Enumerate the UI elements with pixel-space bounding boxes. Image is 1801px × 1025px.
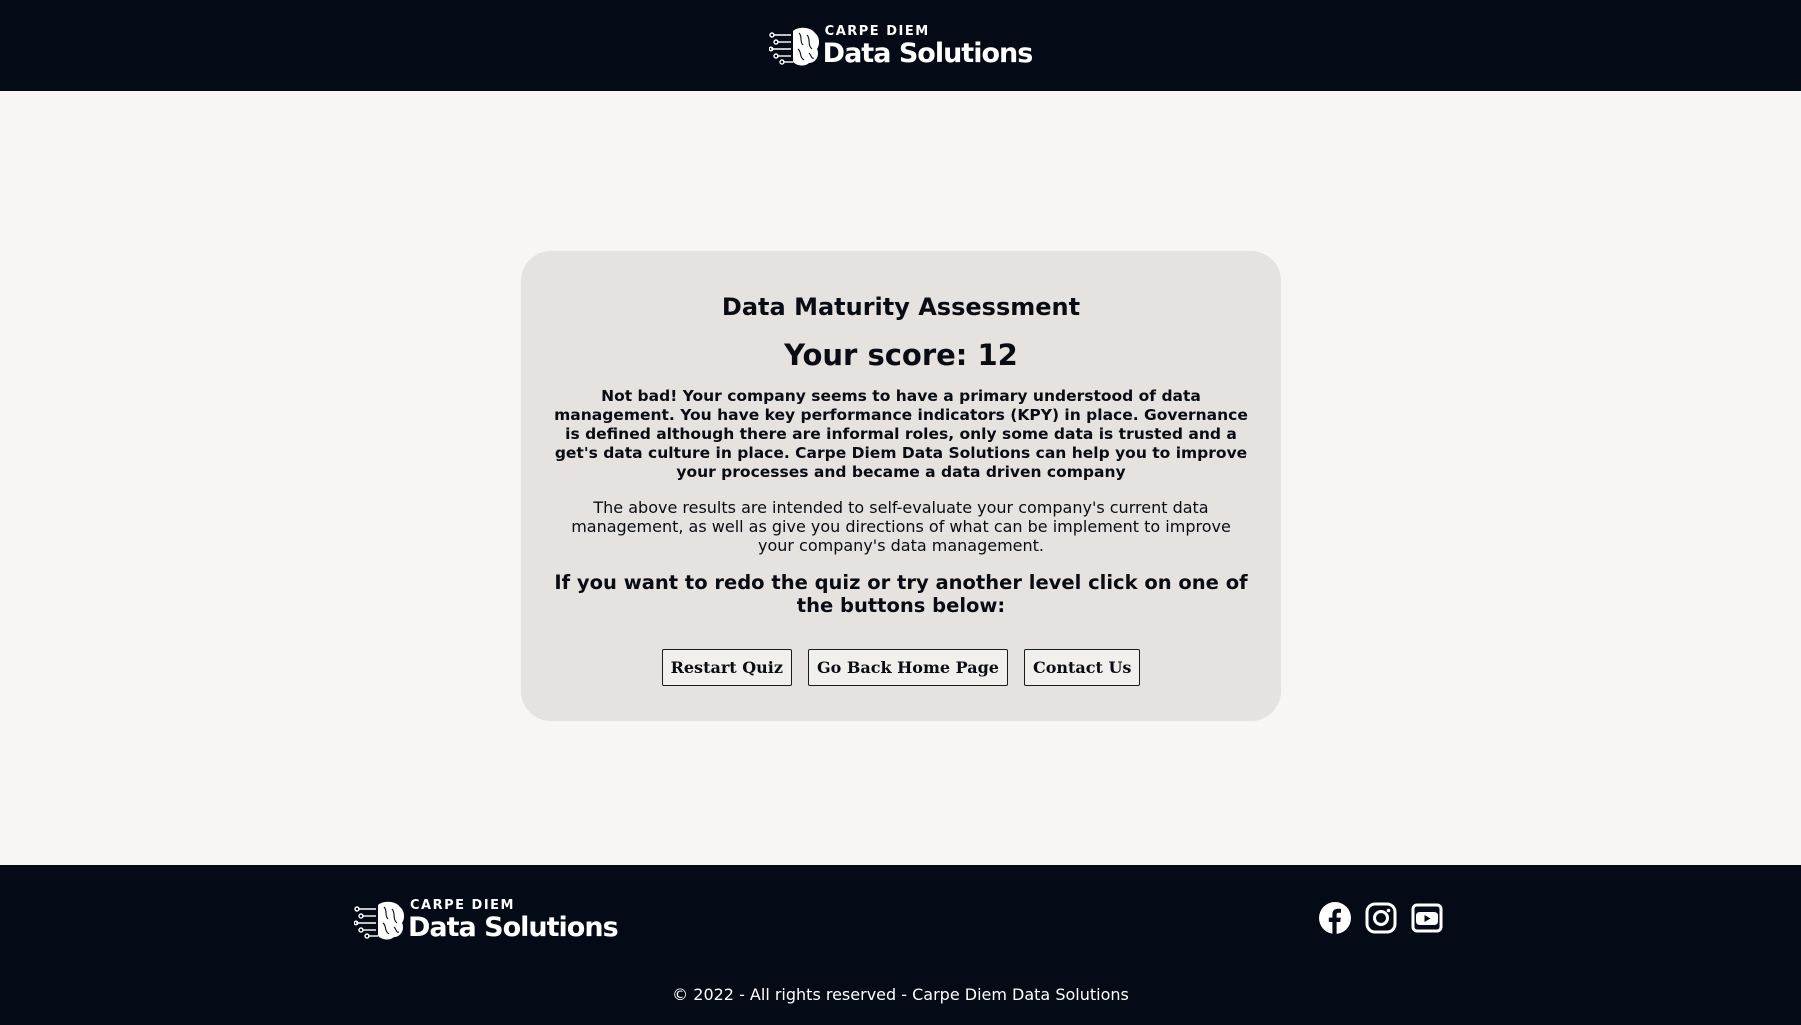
result-note: The above results are intended to self-e… — [571, 497, 1231, 555]
site-header: CARPE DIEM Data Solutions — [0, 0, 1801, 91]
score-heading: Your score: 12 — [784, 337, 1018, 372]
instagram-icon[interactable] — [1365, 902, 1397, 934]
result-card: Data Maturity Assessment Your score: 12 … — [521, 251, 1281, 721]
header-logo[interactable]: CARPE DIEM Data Solutions — [768, 23, 1034, 69]
brain-circuit-icon — [768, 27, 819, 66]
brain-circuit-icon — [354, 901, 405, 940]
footer-logo[interactable]: CARPE DIEM Data Solutions — [354, 898, 619, 943]
brand-small-text: CARPE DIEM — [824, 23, 930, 39]
copyright-text: © 2022 - All rights reserved - Carpe Die… — [672, 985, 1129, 1004]
go-back-home-button[interactable]: Go Back Home Page — [807, 648, 1008, 686]
facebook-icon[interactable] — [1319, 902, 1351, 934]
brand-small-text: CARPE DIEM — [410, 898, 515, 913]
site-footer: CARPE DIEM Data Solutions © 2022 - All r… — [0, 865, 1801, 1025]
contact-us-button[interactable]: Contact Us — [1023, 648, 1141, 686]
restart-quiz-button[interactable]: Restart Quiz — [661, 648, 792, 686]
brand-big-text: Data Solutions — [822, 37, 1034, 69]
assessment-title: Data Maturity Assessment — [721, 293, 1081, 321]
brand-big-text: Data Solutions — [408, 912, 619, 943]
youtube-icon[interactable] — [1411, 902, 1443, 934]
social-links — [1319, 902, 1443, 934]
result-summary: Not bad! Your company seems to have a pr… — [554, 386, 1248, 481]
action-buttons: Restart Quiz Go Back Home Page Contact U… — [551, 648, 1251, 686]
redo-prompt: If you want to redo the quiz or try anot… — [554, 570, 1248, 617]
